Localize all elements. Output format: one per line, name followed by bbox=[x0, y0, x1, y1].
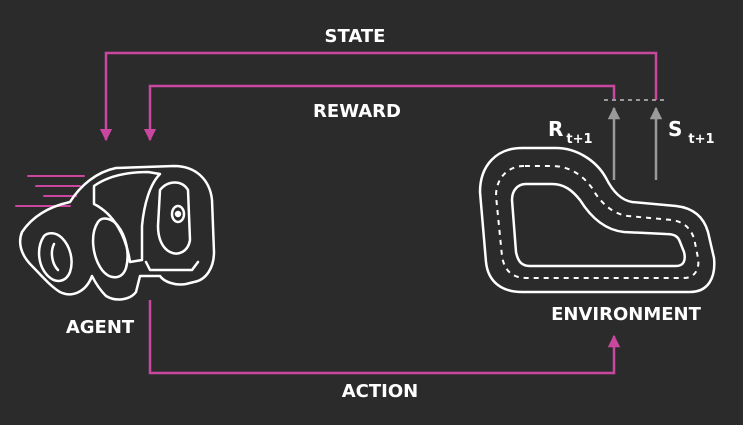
state-signal-label: St+1 bbox=[668, 117, 715, 147]
reward-signal-label: Rt+1 bbox=[548, 117, 593, 147]
state-signal-symbol: S bbox=[668, 117, 682, 141]
state-loop-line bbox=[99, 51, 658, 142]
state-label: STATE bbox=[325, 26, 386, 47]
state-signal-subscript: t+1 bbox=[688, 132, 714, 147]
agent-environment-loop-diagram: STATE REWARD ACTION AGENT ENVIRONMENT Rt… bbox=[15, 26, 716, 402]
race-car-icon bbox=[15, 164, 216, 301]
reward-signal-symbol: R bbox=[548, 117, 563, 141]
environment-label: ENVIRONMENT bbox=[551, 304, 701, 325]
race-track-icon bbox=[478, 146, 716, 294]
action-label: ACTION bbox=[342, 381, 418, 402]
reward-label: REWARD bbox=[313, 101, 401, 122]
reward-signal-subscript: t+1 bbox=[566, 132, 592, 147]
agent-label: AGENT bbox=[66, 317, 135, 338]
action-loop-line bbox=[148, 300, 621, 375]
